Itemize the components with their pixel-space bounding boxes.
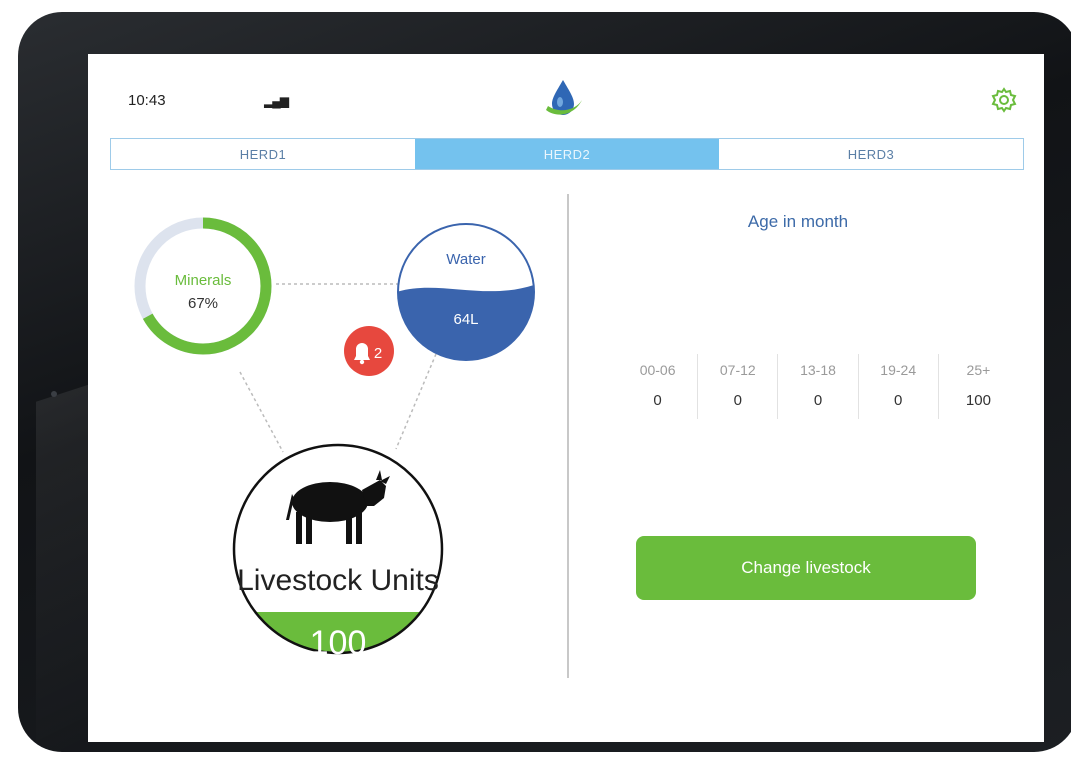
connector-line — [239, 371, 284, 453]
age-column: 00-06 0 — [618, 354, 699, 419]
age-range: 19-24 — [880, 362, 917, 378]
herd-overview: Minerals 67% Water 64L 2 Livestock Units… — [134, 217, 538, 672]
age-count: 0 — [733, 392, 742, 409]
tablet-frame: 10:43 ▂▄▆ HERD1 HERD2 HERD3 Minerals 67%… — [18, 12, 1071, 762]
minerals-value: 67% — [188, 295, 218, 312]
herd-tabs: HERD1 HERD2 HERD3 — [110, 138, 1024, 170]
frame-glare — [36, 382, 96, 762]
tab-herd1[interactable]: HERD1 — [111, 139, 415, 169]
alert-count: 2 — [374, 345, 382, 362]
age-column: 25+ 100 — [939, 354, 1018, 419]
signal-icon: ▂▄▆ — [264, 94, 289, 108]
age-count: 0 — [813, 392, 823, 409]
livestock-units-card[interactable]: Livestock Units 100 — [218, 443, 458, 672]
minerals-gauge[interactable]: Minerals 67% — [134, 217, 272, 355]
water-label: Water — [446, 251, 485, 268]
age-range: 13-18 — [800, 362, 836, 378]
water-value: 64L — [453, 311, 478, 328]
tab-herd3[interactable]: HERD3 — [719, 139, 1023, 169]
age-column: 13-18 0 — [778, 354, 859, 419]
age-range: 07-12 — [719, 362, 756, 378]
livestock-units-label: Livestock Units — [237, 564, 439, 597]
camera — [51, 391, 57, 397]
connector-line — [395, 353, 437, 450]
age-range: 25+ — [966, 362, 991, 378]
age-title: Age in month — [747, 212, 849, 231]
age-column: 07-12 0 — [698, 354, 779, 419]
status-time: 10:43 — [128, 92, 166, 109]
water-gauge[interactable]: Water 64L — [393, 223, 538, 365]
vertical-divider — [567, 194, 569, 678]
age-range: 00-06 — [639, 362, 676, 378]
water-drop-logo-icon — [546, 80, 582, 115]
age-count: 0 — [653, 392, 662, 409]
livestock-units-value: 100 — [310, 624, 367, 662]
alert-badge[interactable]: 2 — [344, 326, 394, 376]
tab-herd2[interactable]: HERD2 — [415, 139, 719, 169]
age-count: 100 — [965, 392, 991, 409]
change-livestock-button[interactable]: Change livestock — [636, 536, 976, 600]
age-table: 00-06 0 07-12 0 13-18 0 19-24 0 25+ 100 — [618, 354, 1018, 419]
age-count: 0 — [894, 392, 903, 409]
minerals-label: Minerals — [175, 272, 232, 289]
app-screen: 10:43 ▂▄▆ HERD1 HERD2 HERD3 Minerals 67%… — [88, 54, 1044, 742]
age-column: 19-24 0 — [859, 354, 939, 419]
gear-icon[interactable] — [991, 87, 1017, 113]
